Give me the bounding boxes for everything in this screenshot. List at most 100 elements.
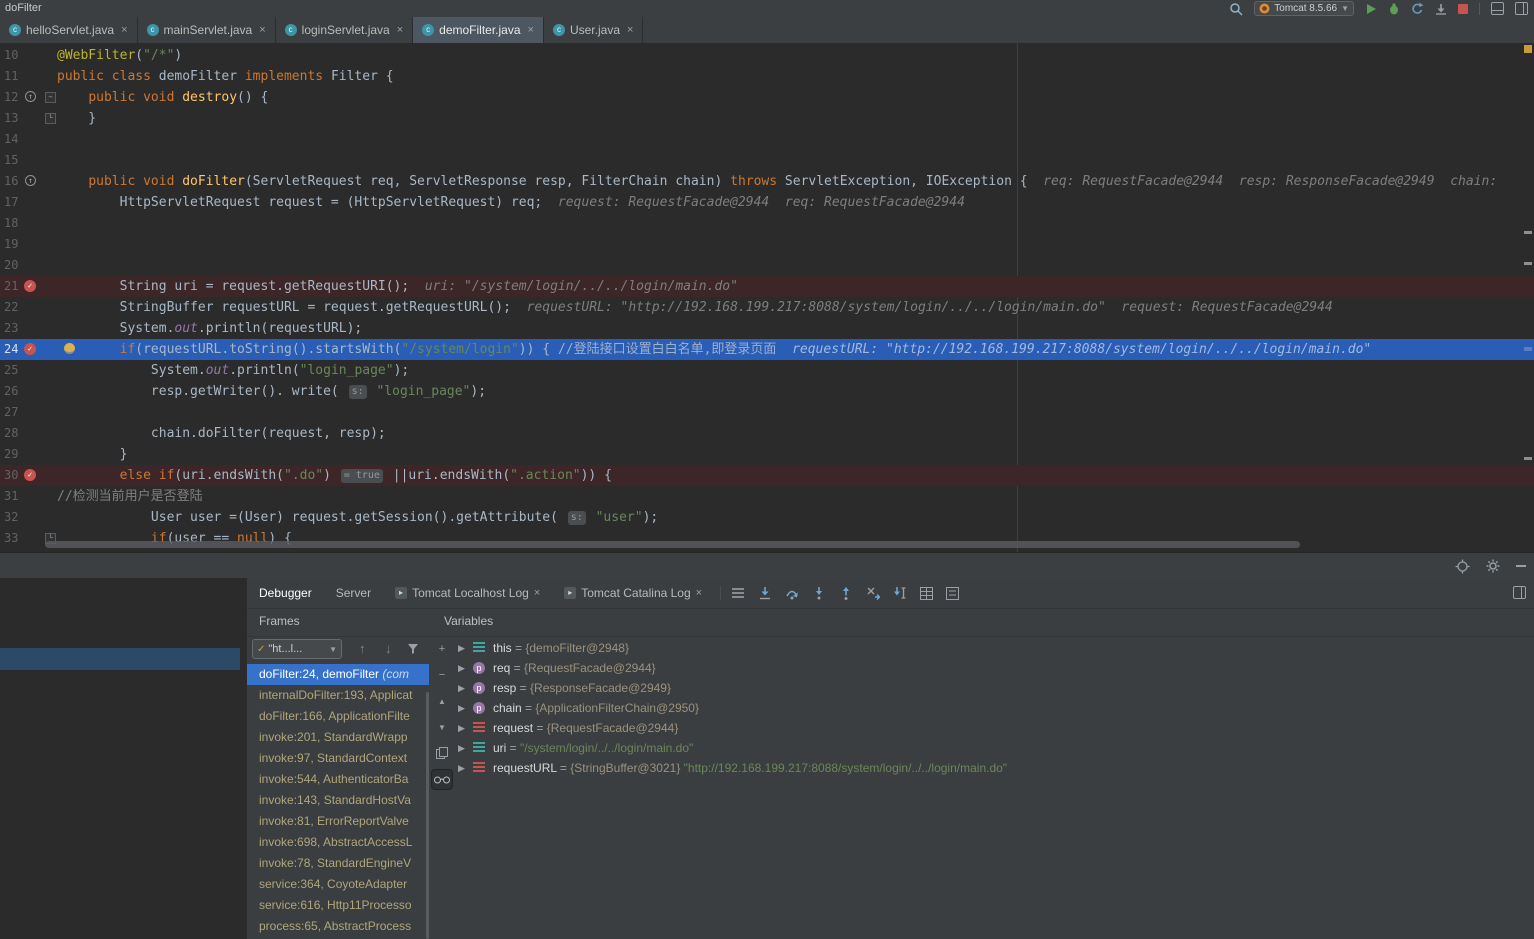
code-line[interactable]: 13└ }	[0, 108, 1534, 129]
expand-arrow-icon[interactable]: ▶	[458, 638, 465, 658]
layout-settings-icon[interactable]	[731, 587, 745, 599]
frame-row[interactable]: invoke:81, ErrorReportValve	[247, 811, 429, 832]
override-method-icon[interactable]: ↑	[25, 175, 36, 186]
expand-arrow-icon[interactable]: ▶	[458, 718, 465, 738]
close-icon[interactable]: ×	[696, 587, 702, 599]
close-icon[interactable]: ×	[259, 24, 265, 36]
variable-row[interactable]: ▶request = {RequestFacade@2944}	[453, 718, 1534, 738]
duplicate-icon[interactable]	[431, 740, 453, 766]
editor-tab[interactable]: cdemoFilter.java×	[413, 17, 544, 43]
code-line[interactable]: 18	[0, 213, 1534, 234]
frame-row[interactable]: service:616, Http11Processo	[247, 895, 429, 916]
layout-right-icon[interactable]	[1515, 2, 1528, 15]
code-line[interactable]: 12↑− public void destroy() {	[0, 87, 1534, 108]
code-line[interactable]: 24✓ if(requestURL.toString().startsWith(…	[0, 339, 1534, 360]
variable-row[interactable]: ▶uri = "/system/login/../../login/main.d…	[453, 738, 1534, 758]
step-out-icon[interactable]	[839, 586, 853, 600]
code-line[interactable]: 19	[0, 234, 1534, 255]
prev-frame-icon[interactable]: ↑	[359, 641, 366, 656]
run-to-cursor-icon[interactable]	[893, 586, 907, 600]
frame-row[interactable]: invoke:97, StandardContext	[247, 748, 429, 769]
search-icon[interactable]	[1229, 2, 1243, 16]
coverage-button[interactable]	[1411, 2, 1424, 15]
frame-row[interactable]: invoke:201, StandardWrapp	[247, 727, 429, 748]
frame-row[interactable]: service:364, CoyoteAdapter	[247, 874, 429, 895]
close-icon[interactable]: ×	[627, 24, 633, 36]
filter-icon[interactable]	[407, 643, 419, 655]
code-line[interactable]: 17 HttpServletRequest request = (HttpSer…	[0, 192, 1534, 213]
run-button[interactable]	[1365, 3, 1377, 15]
variable-row[interactable]: ▶preq = {RequestFacade@2944}	[453, 658, 1534, 678]
move-down-icon[interactable]: ▼	[431, 714, 453, 740]
fold-marker[interactable]: −	[45, 92, 56, 103]
frame-row[interactable]: internalDoFilter:193, Applicat	[247, 685, 429, 706]
code-line[interactable]: 20	[0, 255, 1534, 276]
frame-row[interactable]: process:65, AbstractProcess	[247, 916, 429, 937]
stripe-mark[interactable]	[1524, 262, 1532, 265]
horizontal-scrollbar[interactable]	[45, 541, 1300, 548]
debug-tab[interactable]: ▸Tomcat Catalina Log×	[552, 578, 714, 608]
next-frame-icon[interactable]: ↓	[385, 641, 392, 656]
variable-row[interactable]: ▶this = {demoFilter@2948}	[453, 638, 1534, 658]
frames-scrollbar[interactable]	[426, 692, 429, 939]
breakpoint-icon[interactable]: ✓	[24, 469, 36, 481]
close-icon[interactable]: ×	[528, 24, 534, 36]
code-line[interactable]: 27	[0, 402, 1534, 423]
step-into-icon[interactable]	[812, 586, 826, 600]
debug-button[interactable]	[1388, 3, 1400, 15]
run-configuration-select[interactable]: Tomcat 8.5.66 ▼	[1254, 1, 1354, 16]
frame-row[interactable]: doFilter:166, ApplicationFilte	[247, 706, 429, 727]
layout-bottom-icon[interactable]	[1491, 2, 1504, 15]
debug-tab[interactable]: ▸Tomcat Localhost Log×	[383, 578, 552, 608]
expand-arrow-icon[interactable]: ▶	[458, 758, 465, 778]
show-watches-icon[interactable]	[431, 766, 453, 792]
expand-arrow-icon[interactable]: ▶	[458, 678, 465, 698]
code-line[interactable]: 32 User user =(User) request.getSession(…	[0, 507, 1534, 528]
expand-arrow-icon[interactable]: ▶	[458, 658, 465, 678]
frame-row[interactable]: invoke:544, AuthenticatorBa	[247, 769, 429, 790]
code-line[interactable]: 21✓ String uri = request.getRequestURI()…	[0, 276, 1534, 297]
stripe-mark[interactable]	[1524, 45, 1532, 53]
editor-tab[interactable]: cmainServlet.java×	[138, 17, 276, 43]
update-application-button[interactable]	[1435, 3, 1447, 15]
stripe-mark[interactable]	[1524, 231, 1532, 234]
stripe-mark[interactable]	[1524, 457, 1532, 460]
expand-arrow-icon[interactable]: ▶	[458, 738, 465, 758]
gear-icon[interactable]	[1486, 559, 1500, 573]
variable-row[interactable]: ▶pchain = {ApplicationFilterChain@2950}	[453, 698, 1534, 718]
frame-row[interactable]: invoke:698, AbstractAccessL	[247, 832, 429, 853]
editor-tab[interactable]: cUser.java×	[544, 17, 643, 43]
code-line[interactable]: 30✓ else if(uri.endsWith(".do") = true |…	[0, 465, 1534, 486]
frame-row[interactable]: doFilter:24, demoFilter (com	[247, 664, 429, 685]
stop-button[interactable]	[1458, 4, 1468, 14]
code-line[interactable]: 23 System.out.println(requestURL);	[0, 318, 1534, 339]
settings-panel-icon[interactable]	[946, 587, 959, 600]
debug-tab[interactable]: Debugger	[247, 578, 324, 608]
code-line[interactable]: 16↑ public void doFilter(ServletRequest …	[0, 171, 1534, 192]
code-line[interactable]: 28 chain.doFilter(request, resp);	[0, 423, 1534, 444]
target-icon[interactable]	[1455, 559, 1470, 574]
code-line[interactable]: 14	[0, 129, 1534, 150]
expand-arrow-icon[interactable]: ▶	[458, 698, 465, 718]
code-line[interactable]: 26 resp.getWriter(). write( s: "login_pa…	[0, 381, 1534, 402]
close-icon[interactable]: ×	[397, 24, 403, 36]
code-line[interactable]: 10@WebFilter("/*")	[0, 45, 1534, 66]
layout-restore-icon[interactable]	[1513, 586, 1526, 599]
code-line[interactable]: 29 }	[0, 444, 1534, 465]
code-line[interactable]: 22 StringBuffer requestURL = request.get…	[0, 297, 1534, 318]
remove-watch-icon[interactable]: −	[431, 662, 453, 688]
view-as-table-icon[interactable]	[920, 587, 933, 600]
editor-tab[interactable]: cloginServlet.java×	[276, 17, 414, 43]
editor-tab[interactable]: chelloServlet.java×	[0, 17, 138, 43]
code-line[interactable]: 25 System.out.println("login_page");	[0, 360, 1534, 381]
breakpoint-icon[interactable]: ✓	[24, 280, 36, 292]
show-execution-point-icon[interactable]	[758, 586, 772, 600]
debug-tab[interactable]: Server	[324, 578, 383, 608]
step-over-icon[interactable]	[785, 586, 799, 600]
frame-row[interactable]: invoke:78, StandardEngineV	[247, 853, 429, 874]
add-watch-icon[interactable]: +	[431, 636, 453, 662]
variable-row[interactable]: ▶presp = {ResponseFacade@2949}	[453, 678, 1534, 698]
frame-row[interactable]: invoke:143, StandardHostVa	[247, 790, 429, 811]
fold-marker[interactable]: └	[45, 113, 56, 124]
close-icon[interactable]: ×	[121, 24, 127, 36]
